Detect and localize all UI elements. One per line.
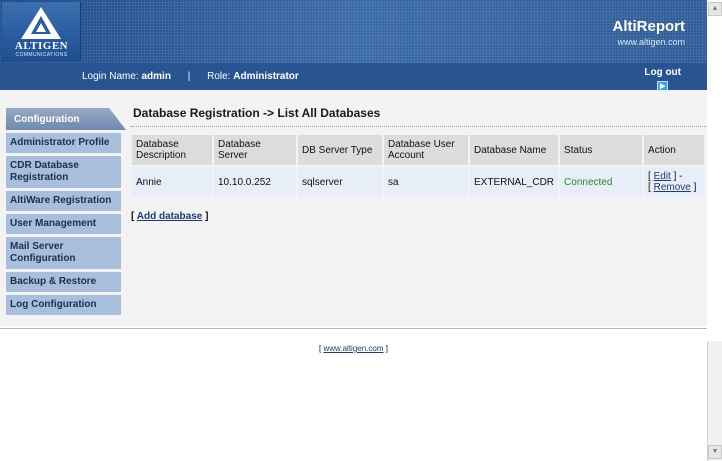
brand: AltiReport www.altigen.com bbox=[613, 18, 686, 47]
logo-subtext: COMMUNICATIONS bbox=[15, 52, 68, 58]
cell-action: [ Edit ] -[ Remove ] bbox=[644, 167, 704, 197]
sidebar-item-cdr-database-registration[interactable]: CDR Database Registration bbox=[6, 156, 121, 188]
scroll-up-arrow-icon[interactable]: ▲ bbox=[708, 2, 722, 16]
scrollbar-upper-area bbox=[707, 0, 722, 326]
add-database-wrapper: [ Add database ] bbox=[131, 211, 209, 222]
sidebar-item-user-management[interactable]: User Management bbox=[6, 214, 121, 234]
role-label: Role: bbox=[207, 71, 231, 82]
database-table: Database Description Database Server DB … bbox=[130, 133, 706, 199]
footer: [ www.altigen.com ] bbox=[319, 344, 388, 353]
login-bar: Login Name: admin | Role: Administrator … bbox=[0, 63, 707, 91]
cell-db-name: EXTERNAL_CDR bbox=[470, 167, 559, 197]
login-separator: | bbox=[187, 71, 191, 82]
brand-name: AltiReport bbox=[612, 18, 686, 35]
cell-server: 10.10.0.252 bbox=[214, 167, 296, 197]
sidebar-item-altiware-registration[interactable]: AltiWare Registration bbox=[6, 191, 121, 211]
sidebar-item-backup-restore[interactable]: Backup & Restore bbox=[6, 272, 121, 292]
header-banner: ALTIGEN COMMUNICATIONS AltiReport www.al… bbox=[0, 0, 707, 63]
tab-configuration[interactable]: Configuration bbox=[6, 108, 126, 130]
login-name-label: Login Name: bbox=[82, 71, 139, 82]
login-info: Login Name: admin | Role: Administrator bbox=[82, 71, 299, 82]
altigen-logo: ALTIGEN COMMUNICATIONS bbox=[2, 2, 81, 61]
brand-url: www.altigen.com bbox=[617, 37, 685, 47]
sidebar-item-mail-server-configuration[interactable]: Mail Server Configuration bbox=[6, 237, 121, 269]
column-header-db-name: Database Name bbox=[470, 135, 559, 165]
sidebar-item-administrator-profile[interactable]: Administrator Profile bbox=[6, 133, 121, 153]
logo-triangle-icon bbox=[21, 7, 61, 39]
column-header-user-account: Database User Account bbox=[384, 135, 468, 165]
footer-website-link[interactable]: www.altigen.com bbox=[323, 344, 383, 353]
logo-text: ALTIGEN bbox=[14, 40, 69, 52]
scroll-down-arrow-icon[interactable]: ▼ bbox=[708, 445, 722, 459]
cell-status: Connected bbox=[560, 167, 643, 197]
scrollbar-track[interactable] bbox=[707, 341, 722, 461]
column-header-server-type: DB Server Type bbox=[298, 135, 382, 165]
column-header-action: Action bbox=[644, 135, 704, 165]
edit-link[interactable]: Edit bbox=[654, 171, 671, 182]
remove-link[interactable]: Remove bbox=[654, 182, 691, 193]
page-title: Database Registration -> List All Databa… bbox=[133, 106, 381, 120]
cell-server-type: sqlserver bbox=[298, 167, 382, 197]
logout-label: Log out bbox=[644, 67, 681, 78]
column-header-status: Status bbox=[560, 135, 643, 165]
column-header-server: Database Server bbox=[214, 135, 296, 165]
role-value: Administrator bbox=[233, 71, 299, 82]
footer-divider bbox=[0, 328, 707, 329]
table-header-row: Database Description Database Server DB … bbox=[132, 135, 704, 165]
add-database-link[interactable]: Add database bbox=[137, 211, 203, 222]
column-header-description: Database Description bbox=[132, 135, 212, 165]
sidebar: Administrator Profile CDR Database Regis… bbox=[6, 133, 121, 318]
title-divider bbox=[131, 126, 707, 127]
cell-description: Annie bbox=[132, 167, 212, 197]
sidebar-item-log-configuration[interactable]: Log Configuration bbox=[6, 295, 121, 315]
login-name-value: admin bbox=[141, 71, 171, 82]
cell-user-account: sa bbox=[384, 167, 468, 197]
logout-button[interactable]: Log out ▶ bbox=[644, 67, 681, 91]
table-row: Annie 10.10.0.252 sqlserver sa EXTERNAL_… bbox=[132, 167, 704, 197]
